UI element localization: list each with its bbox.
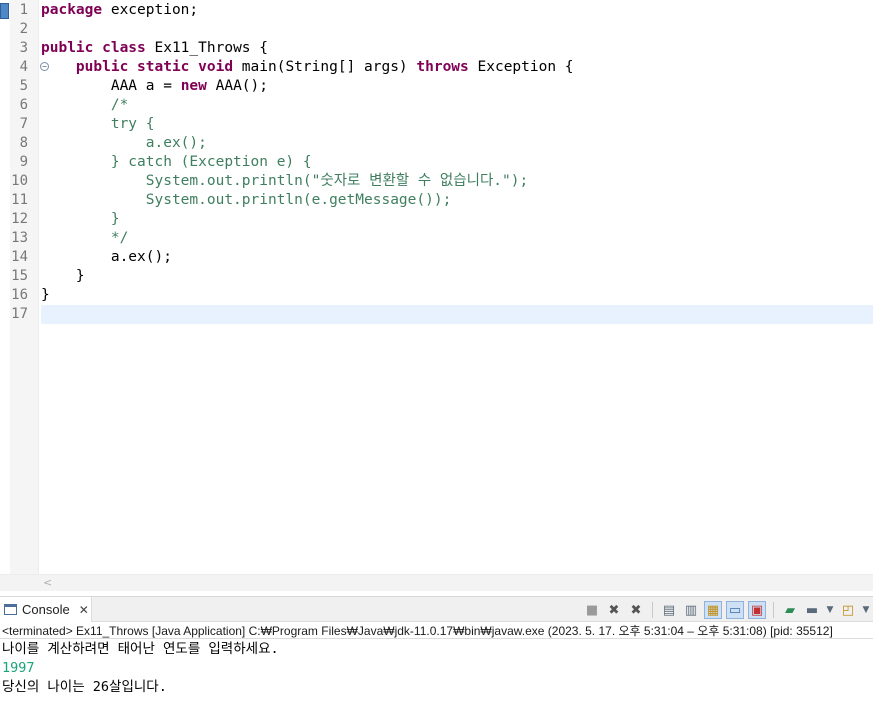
line-number: 16 bbox=[11, 287, 28, 303]
scroll-lock-icon[interactable]: ▥ bbox=[682, 601, 700, 619]
line-number: 13 bbox=[11, 230, 28, 246]
code-line-17-current[interactable] bbox=[41, 305, 873, 324]
code-line-1[interactable]: package exception; bbox=[41, 1, 873, 20]
console-output-line: 당신의 나이는 26살입니다. bbox=[2, 679, 167, 695]
keyword: public static void bbox=[75, 59, 234, 75]
line-number: 1 bbox=[19, 2, 28, 18]
terminate-icon[interactable]: ■ bbox=[583, 601, 601, 619]
code-text: AAA a = bbox=[41, 78, 181, 94]
line-number-gutter: 1 2 3 4 5 6 7 8 9 10 11 12 13 14 15 16 1… bbox=[10, 0, 49, 574]
code-line-8[interactable]: a.ex(); bbox=[41, 134, 873, 153]
line-number: 17 bbox=[11, 306, 28, 322]
code-text: exception; bbox=[102, 2, 199, 18]
code-line-9[interactable]: } catch (Exception e) { bbox=[41, 153, 873, 172]
code-line-4[interactable]: public static void main(String[] args) t… bbox=[41, 58, 873, 77]
code-text: Ex11_Throws { bbox=[145, 40, 268, 56]
remove-launch-icon[interactable]: ✖ bbox=[605, 601, 623, 619]
line-number: 4 bbox=[19, 59, 28, 75]
console-toolbar: ■ ✖ ✖ ▤ ▥ ▦ ▭ ▣ ▰ ▬ ▼ ◰ ▼ bbox=[583, 600, 873, 620]
code-area[interactable]: package exception; public class Ex11_Thr… bbox=[41, 1, 873, 324]
chevron-down-icon[interactable]: ▼ bbox=[861, 601, 871, 619]
horizontal-scrollbar[interactable]: < bbox=[39, 574, 873, 591]
tab-console-label: Console bbox=[22, 602, 70, 617]
code-line-12[interactable]: } bbox=[41, 210, 873, 229]
launch-status: <terminated> Ex11_Throws [Java Applicati… bbox=[0, 623, 873, 639]
line-number: 3 bbox=[19, 40, 28, 56]
console-tab-bar: Console ✕ ■ ✖ ✖ ▤ ▥ ▦ ▭ ▣ ▰ ▬ ▼ ◰ ▼ bbox=[0, 597, 873, 622]
code-line-13[interactable]: */ bbox=[41, 229, 873, 248]
code-text: main(String[] args) bbox=[233, 59, 417, 75]
word-wrap-icon[interactable]: ▦ bbox=[704, 601, 722, 619]
console-user-input: 1997 bbox=[2, 660, 35, 676]
code-line-5[interactable]: AAA a = new AAA(); bbox=[41, 77, 873, 96]
keyword: public class bbox=[41, 40, 146, 56]
code-line-6[interactable]: /* bbox=[41, 96, 873, 115]
console-view: Console ✕ ■ ✖ ✖ ▤ ▥ ▦ ▭ ▣ ▰ ▬ ▼ ◰ ▼ <ter… bbox=[0, 596, 873, 725]
keyword: new bbox=[180, 78, 207, 94]
line-number: 5 bbox=[19, 78, 28, 94]
close-icon[interactable]: ✕ bbox=[79, 603, 89, 617]
scroll-left-icon[interactable]: < bbox=[43, 576, 52, 589]
line-number: 14 bbox=[11, 249, 28, 265]
chevron-down-icon[interactable]: ▼ bbox=[825, 601, 835, 619]
console-output-line: 나이를 계산하려면 태어난 연도를 입력하세요. bbox=[2, 641, 279, 657]
code-line-11[interactable]: System.out.println(e.getMessage()); bbox=[41, 191, 873, 210]
code-line-15[interactable]: } bbox=[41, 267, 873, 286]
code-line-2[interactable] bbox=[41, 20, 873, 39]
code-line-14[interactable]: a.ex(); bbox=[41, 248, 873, 267]
code-text: Exception { bbox=[468, 59, 574, 75]
line-number: 8 bbox=[19, 135, 28, 151]
toolbar-separator bbox=[773, 602, 774, 618]
code-line-7[interactable]: try { bbox=[41, 115, 873, 134]
code-text: AAA(); bbox=[206, 78, 268, 94]
display-selected-console-icon[interactable]: ▬ bbox=[803, 601, 821, 619]
line-number: 2 bbox=[19, 21, 28, 37]
keyword: package bbox=[41, 2, 103, 18]
tab-console[interactable]: Console ✕ bbox=[0, 597, 92, 622]
line-number: 10 bbox=[11, 173, 28, 189]
pin-console-icon[interactable]: ▰ bbox=[781, 601, 799, 619]
toolbar-separator bbox=[652, 602, 653, 618]
line-number: 15 bbox=[11, 268, 28, 284]
open-console-icon[interactable]: ◰ bbox=[839, 601, 857, 619]
code-line-16[interactable]: } bbox=[41, 286, 873, 305]
console-icon bbox=[4, 604, 17, 615]
code-editor[interactable]: 1 2 3 4 5 6 7 8 9 10 11 12 13 14 15 16 1… bbox=[0, 0, 873, 574]
scrollbar-corner bbox=[0, 574, 39, 591]
line-number: 6 bbox=[19, 97, 28, 113]
code-line-10[interactable]: System.out.println("숫자로 변환할 수 없습니다."); bbox=[41, 172, 873, 191]
line-number: 9 bbox=[19, 154, 28, 170]
line-number: 12 bbox=[11, 211, 28, 227]
show-console-on-error-icon[interactable]: ▣ bbox=[748, 601, 766, 619]
show-console-on-output-icon[interactable]: ▭ bbox=[726, 601, 744, 619]
clear-console-icon[interactable]: ▤ bbox=[660, 601, 678, 619]
keyword: throws bbox=[416, 59, 469, 75]
code-line-3[interactable]: public class Ex11_Throws { bbox=[41, 39, 873, 58]
line-number: 11 bbox=[11, 192, 28, 208]
remove-all-terminated-icon[interactable]: ✖ bbox=[627, 601, 645, 619]
line-number: 7 bbox=[19, 116, 28, 132]
